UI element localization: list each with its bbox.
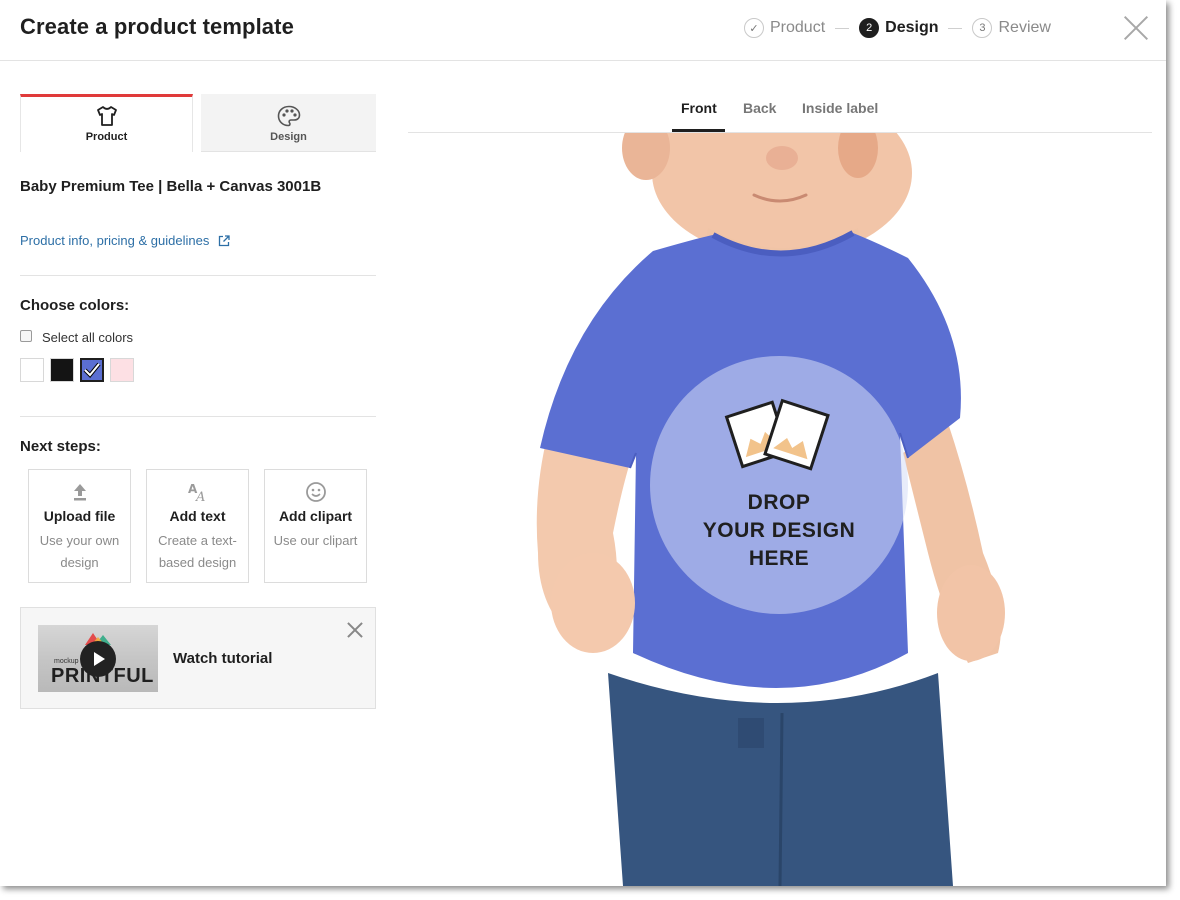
close-icon[interactable] <box>347 622 363 638</box>
upload-file-card[interactable]: Upload file Use your own design <box>28 469 131 583</box>
next-steps-heading: Next steps: <box>20 438 101 455</box>
check-icon <box>83 362 101 378</box>
choose-colors-heading: Choose colors: <box>20 297 130 314</box>
color-swatch[interactable] <box>80 358 104 382</box>
tab-product[interactable]: Product <box>20 94 193 152</box>
select-all-colors[interactable]: Select all colors <box>20 330 133 345</box>
product-name: Baby Premium Tee | Bella + Canvas 3001B <box>20 178 322 195</box>
next-step-cards: Upload file Use your own design A A Add … <box>28 469 382 583</box>
divider <box>20 275 376 276</box>
svg-text:A: A <box>195 490 205 503</box>
step-number: 3 <box>972 18 993 38</box>
step-done-icon: ✓ <box>744 18 764 38</box>
view-tabs: Front Back Inside label <box>408 88 1152 133</box>
drop-zone-text: DROP YOUR DESIGN HERE <box>702 491 856 570</box>
card-title: Add clipart <box>278 508 353 524</box>
tab-label: Design <box>270 131 307 143</box>
step-product[interactable]: ✓ Product <box>744 18 825 38</box>
color-swatch[interactable] <box>50 358 74 382</box>
text-icon: A A <box>188 482 205 503</box>
color-swatch[interactable] <box>110 358 134 382</box>
card-subtitle: Create a text-based design <box>158 533 237 570</box>
stepper: ✓ Product 2 Design 3 Review <box>744 16 1051 40</box>
tab-label: Product <box>85 131 128 143</box>
step-label: Review <box>998 19 1051 36</box>
sidebar-tabs: Product Design <box>20 94 376 152</box>
active-tab-indicator <box>672 129 725 132</box>
link-text: Product info, pricing & guidelines <box>20 233 210 248</box>
color-swatches <box>20 358 140 382</box>
card-title: Upload file <box>43 508 116 524</box>
tshirt-icon <box>96 106 117 126</box>
tab-back[interactable]: Back <box>743 100 776 116</box>
add-text-card[interactable]: A A Add text Create a text-based design <box>146 469 249 583</box>
divider <box>20 416 376 417</box>
step-label: Design <box>885 19 939 36</box>
external-link-icon <box>219 234 230 246</box>
smiley-icon <box>305 482 326 502</box>
tab-design[interactable]: Design <box>201 94 376 152</box>
product-mockup: DROP YOUR DESIGN HERE <box>408 133 1152 886</box>
select-all-checkbox[interactable] <box>20 330 32 342</box>
step-design[interactable]: 2 Design <box>859 18 938 38</box>
step-separator <box>835 27 850 29</box>
watch-tutorial-link[interactable]: Watch tutorial <box>173 650 272 667</box>
color-swatch[interactable] <box>20 358 44 382</box>
card-subtitle: Use our clipart <box>273 533 358 548</box>
palette-icon <box>277 105 300 127</box>
step-separator <box>948 27 963 29</box>
product-template-dialog: Create a product template ✓ Product 2 De… <box>0 0 1166 886</box>
product-info-link[interactable]: Product info, pricing & guidelines <box>20 233 230 248</box>
play-icon[interactable] <box>80 641 116 677</box>
add-clipart-card[interactable]: Add clipart Use our clipart <box>264 469 367 583</box>
step-review[interactable]: 3 Review <box>972 18 1051 38</box>
tutorial-thumbnail[interactable]: mockup generator: PRINTFUL <box>38 625 158 692</box>
page-title: Create a product template <box>20 14 294 39</box>
card-subtitle: Use your own design <box>39 533 120 570</box>
tab-inside-label[interactable]: Inside label <box>802 100 878 116</box>
tutorial-box: mockup generator: PRINTFUL Watch tutoria… <box>20 607 376 709</box>
card-title: Add text <box>169 508 226 524</box>
image-placeholder-icon <box>724 398 830 471</box>
step-label: Product <box>770 19 826 36</box>
dialog-header: Create a product template ✓ Product 2 De… <box>0 0 1166 61</box>
design-drop-zone[interactable]: DROP YOUR DESIGN HERE <box>650 356 908 614</box>
close-icon[interactable] <box>1123 15 1149 41</box>
select-all-label: Select all colors <box>42 330 134 345</box>
tab-front[interactable]: Front <box>681 100 717 116</box>
upload-icon <box>73 484 86 501</box>
step-number: 2 <box>859 18 880 38</box>
